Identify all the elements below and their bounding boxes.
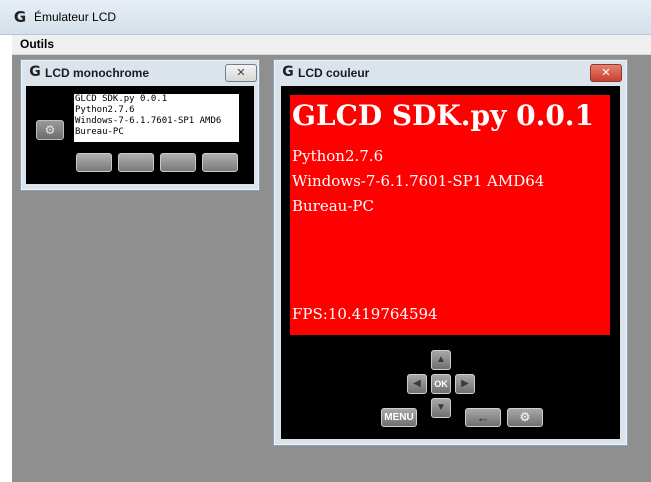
arrow-left-icon[interactable]: ◀ <box>407 374 427 394</box>
mono-softkey-4[interactable] <box>202 153 238 172</box>
logitech-g-icon: G <box>29 64 41 80</box>
ok-button[interactable]: OK <box>431 374 451 394</box>
emulator-window: G Émulateur LCD Outils G LCD monochrome … <box>0 0 651 482</box>
logitech-g-icon: G <box>13 8 27 26</box>
background-app-strip <box>0 0 12 482</box>
mono-line: Bureau-PC <box>75 127 124 137</box>
lcd-monochrome-window: G LCD monochrome ✕ ⚙ GLCD SDK.py 0.0.1 P… <box>20 59 260 191</box>
gear-icon[interactable]: ⚙ <box>507 408 543 427</box>
arrow-right-icon[interactable]: ▶ <box>455 374 475 394</box>
lcd-monochrome-title: LCD monochrome <box>45 66 150 80</box>
lcd-color-panel: GLCD SDK.py 0.0.1 Python2.7.6 Windows-7-… <box>281 86 620 439</box>
mono-line: GLCD SDK.py 0.0.1 <box>75 94 168 104</box>
close-icon[interactable]: ✕ <box>590 64 622 82</box>
mono-line: Python2.7.6 <box>75 105 135 115</box>
lcd-line: Bureau-PC <box>292 197 374 215</box>
lcd-line: Windows-7-6.1.7601-SP1 AMD64 <box>292 172 545 190</box>
menu-button[interactable]: MENU <box>381 408 417 427</box>
logitech-g-icon: G <box>282 64 294 80</box>
mono-line: Windows-7-6.1.7601-SP1 AMD6 <box>75 116 222 126</box>
menu-item-outils[interactable]: Outils <box>20 37 54 51</box>
mono-softkey-1[interactable] <box>76 153 112 172</box>
lcd-color-window: G LCD couleur ✕ GLCD SDK.py 0.0.1 Python… <box>273 59 628 446</box>
gear-icon[interactable]: ⚙ <box>36 120 64 140</box>
window-title: Émulateur LCD <box>34 10 117 24</box>
arrow-down-icon[interactable]: ▼ <box>431 398 451 418</box>
lcd-monochrome-panel: ⚙ GLCD SDK.py 0.0.1 Python2.7.6 Windows-… <box>26 86 254 184</box>
lcd-color-screen: GLCD SDK.py 0.0.1 Python2.7.6 Windows-7-… <box>290 95 610 335</box>
lcd-monochrome-screen: GLCD SDK.py 0.0.1 Python2.7.6 Windows-7-… <box>74 94 239 142</box>
mono-softkey-3[interactable] <box>160 153 196 172</box>
lcd-color-title: LCD couleur <box>298 66 370 80</box>
lcd-line: Python2.7.6 <box>292 147 384 165</box>
mono-softkey-2[interactable] <box>118 153 154 172</box>
back-arrow-icon[interactable]: ← <box>465 408 501 427</box>
menu-bar: Outils <box>12 35 651 55</box>
title-bar: G Émulateur LCD <box>0 0 651 35</box>
close-icon[interactable]: ✕ <box>225 64 257 82</box>
arrow-up-icon[interactable]: ▲ <box>431 350 451 370</box>
lcd-heading: GLCD SDK.py 0.0.1 <box>292 99 595 132</box>
fps-readout: FPS:10.419764594 <box>292 305 438 323</box>
